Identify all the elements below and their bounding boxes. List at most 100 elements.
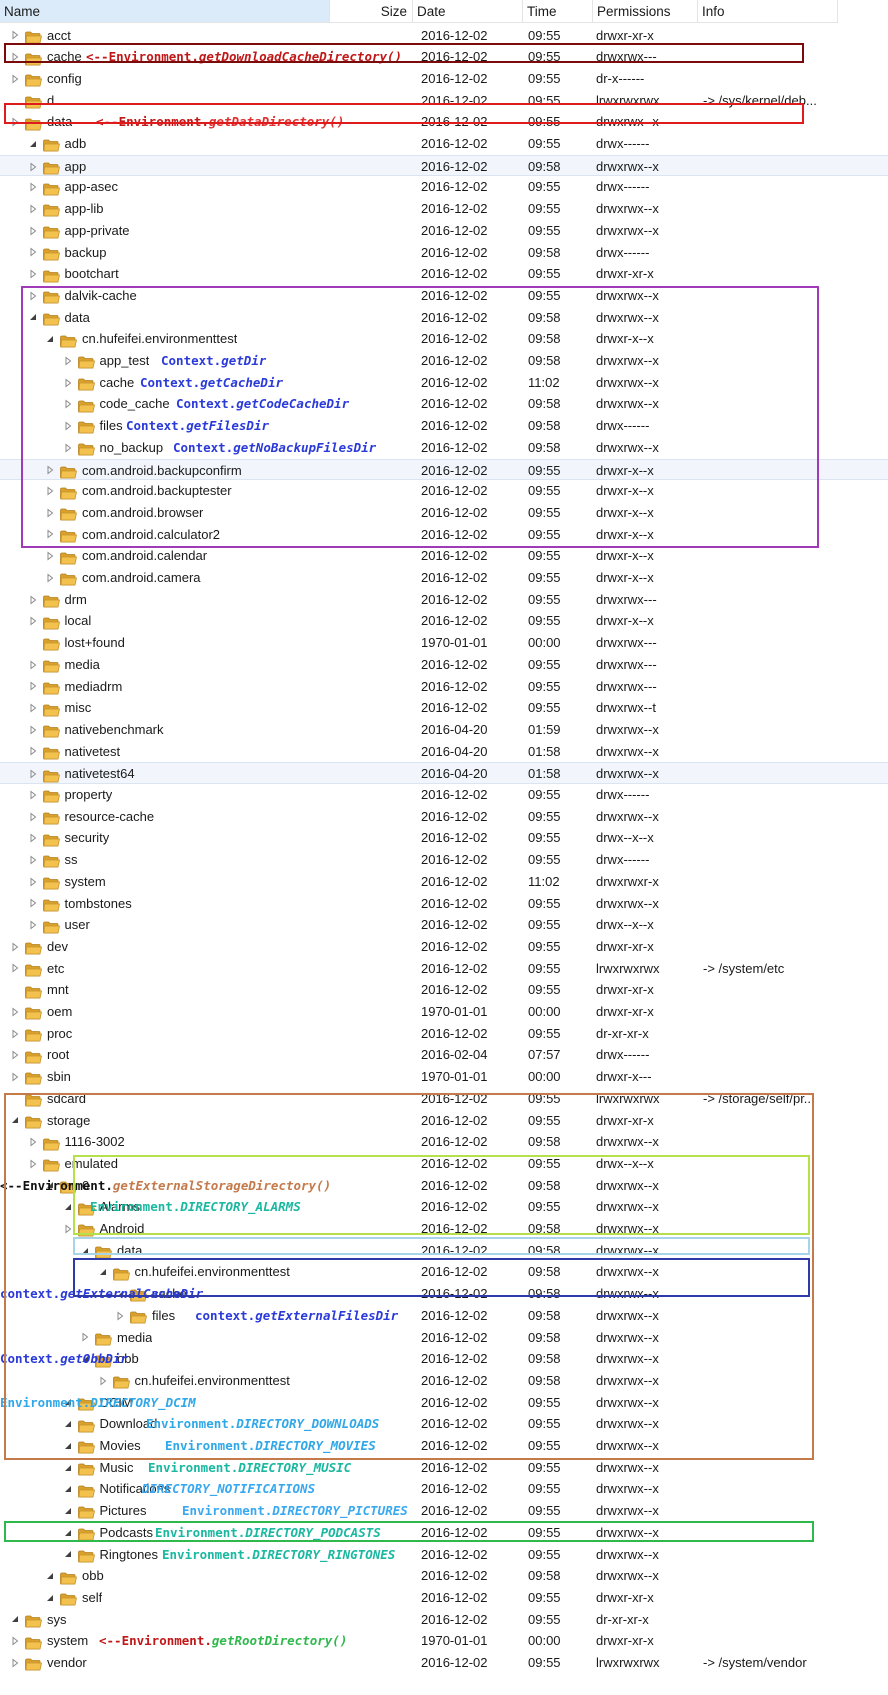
- collapsed-arrow-icon[interactable]: [28, 812, 38, 822]
- tree-row[interactable]: d 2016-12-02 09:55 lrwxrwxrwx -> /sys/kernel…: [0, 90, 888, 112]
- tree-row[interactable]: dalvik-cache 2016-12-02 09:55 drwxrwx--x: [0, 285, 888, 307]
- tree-row[interactable]: app 2016-12-02 09:58 drwxrwx--x: [0, 154, 888, 177]
- tree-row[interactable]: emulated 2016-12-02 09:55 drwx--x--x: [0, 1153, 888, 1175]
- collapsed-arrow-icon[interactable]: [45, 551, 55, 561]
- tree-row[interactable]: system 2016-12-02 11:02 drwxrwxr-x: [0, 871, 888, 893]
- collapsed-arrow-icon[interactable]: [28, 291, 38, 301]
- tree-row[interactable]: DCIM 2016-12-02 09:55 drwxrwx--x Environment…: [0, 1392, 888, 1414]
- collapsed-arrow-icon[interactable]: [10, 1050, 20, 1060]
- collapsed-arrow-icon[interactable]: [63, 356, 73, 366]
- tree-row[interactable]: lost+found 1970-01-01 00:00 drwxrwx---: [0, 632, 888, 654]
- collapsed-arrow-icon[interactable]: [28, 269, 38, 279]
- expanded-arrow-icon[interactable]: [28, 139, 38, 149]
- collapsed-arrow-icon[interactable]: [28, 616, 38, 626]
- expanded-arrow-icon[interactable]: [63, 1419, 73, 1429]
- collapsed-arrow-icon[interactable]: [28, 1137, 38, 1147]
- collapsed-arrow-icon[interactable]: [63, 443, 73, 453]
- tree-row[interactable]: nativetest64 2016-04-20 01:58 drwxrwx--x: [0, 762, 888, 784]
- tree-row[interactable]: sdcard 2016-12-02 09:55 lrwxrwxrwx -> /stora…: [0, 1088, 888, 1110]
- collapsed-arrow-icon[interactable]: [98, 1376, 108, 1386]
- collapsed-arrow-icon[interactable]: [45, 573, 55, 583]
- tree-row[interactable]: drm 2016-12-02 09:55 drwxrwx---: [0, 589, 888, 611]
- tree-row[interactable]: com.android.backupconfirm 2016-12-02 09:55…: [0, 458, 888, 481]
- tree-row[interactable]: app_test 2016-12-02 09:58 drwxrwx--x Context…: [0, 350, 888, 372]
- tree-row[interactable]: data 2016-12-02 09:55 drwxrwx--x <--Environm…: [0, 111, 888, 133]
- tree-row[interactable]: cn.hufeifei.environmenttest 2016-12-02 09:…: [0, 1261, 888, 1283]
- tree-row[interactable]: app-lib 2016-12-02 09:55 drwxrwx--x: [0, 198, 888, 220]
- tree-row[interactable]: dev 2016-12-02 09:55 drwxr-xr-x: [0, 936, 888, 958]
- collapsed-arrow-icon[interactable]: [28, 877, 38, 887]
- collapsed-arrow-icon[interactable]: [63, 421, 73, 431]
- tree-row[interactable]: cache 2016-12-02 09:55 drwxrwx--- <--Environ…: [0, 46, 888, 68]
- collapsed-arrow-icon[interactable]: [63, 399, 73, 409]
- tree-row[interactable]: user 2016-12-02 09:55 drwx--x--x: [0, 914, 888, 936]
- collapsed-arrow-icon[interactable]: [10, 1007, 20, 1017]
- tree-row[interactable]: system 1970-01-01 00:00 drwxr-xr-x <--Enviro…: [0, 1630, 888, 1652]
- tree-row[interactable]: proc 2016-12-02 09:55 dr-xr-xr-x: [0, 1023, 888, 1045]
- tree-row[interactable]: mnt 2016-12-02 09:55 drwxr-xr-x: [0, 979, 888, 1001]
- expanded-arrow-icon[interactable]: [45, 1571, 55, 1581]
- tree-row[interactable]: Music 2016-12-02 09:55 drwxrwx--x Environmen…: [0, 1457, 888, 1479]
- tree-row[interactable]: Android 2016-12-02 09:58 drwxrwx--x: [0, 1218, 888, 1240]
- collapsed-arrow-icon[interactable]: [45, 529, 55, 539]
- collapsed-arrow-icon[interactable]: [10, 52, 20, 62]
- collapsed-arrow-icon[interactable]: [28, 833, 38, 843]
- tree-row[interactable]: cache 2016-12-02 11:02 drwxrwx--x Context.ge…: [0, 372, 888, 394]
- expanded-arrow-icon[interactable]: [10, 1115, 20, 1125]
- collapsed-arrow-icon[interactable]: [28, 769, 38, 779]
- collapsed-arrow-icon[interactable]: [10, 942, 20, 952]
- expanded-arrow-icon[interactable]: [80, 1246, 90, 1256]
- collapsed-arrow-icon[interactable]: [28, 920, 38, 930]
- collapsed-arrow-icon[interactable]: [10, 30, 20, 40]
- collapsed-arrow-icon[interactable]: [10, 117, 20, 127]
- expanded-arrow-icon[interactable]: [28, 312, 38, 322]
- expanded-arrow-icon[interactable]: [98, 1267, 108, 1277]
- collapsed-arrow-icon[interactable]: [45, 465, 55, 475]
- collapsed-arrow-icon[interactable]: [28, 162, 38, 172]
- tree-row[interactable]: sbin 1970-01-01 00:00 drwxr-x---: [0, 1066, 888, 1088]
- collapsed-arrow-icon[interactable]: [28, 790, 38, 800]
- tree-row[interactable]: Download 2016-12-02 09:55 drwxrwx--x Environ…: [0, 1413, 888, 1435]
- expanded-arrow-icon[interactable]: [63, 1463, 73, 1473]
- collapsed-arrow-icon[interactable]: [10, 74, 20, 84]
- tree-row[interactable]: Pictures 2016-12-02 09:55 drwxrwx--x Environ…: [0, 1500, 888, 1522]
- expanded-arrow-icon[interactable]: [45, 334, 55, 344]
- tree-row[interactable]: obb 2016-12-02 09:58 drwxrwx--x: [0, 1565, 888, 1587]
- tree-row[interactable]: local 2016-12-02 09:55 drwxr-x--x: [0, 610, 888, 632]
- tree-row[interactable]: storage 2016-12-02 09:55 drwxr-xr-x: [0, 1110, 888, 1132]
- tree-row[interactable]: Movies 2016-12-02 09:55 drwxrwx--x Environme…: [0, 1435, 888, 1457]
- collapsed-arrow-icon[interactable]: [10, 1072, 20, 1082]
- tree-row[interactable]: cn.hufeifei.environmenttest 2016-12-02 09:…: [0, 328, 888, 350]
- collapsed-arrow-icon[interactable]: [10, 1029, 20, 1039]
- collapsed-arrow-icon[interactable]: [28, 226, 38, 236]
- tree-row[interactable]: config 2016-12-02 09:55 dr-x------: [0, 68, 888, 90]
- expanded-arrow-icon[interactable]: [45, 1593, 55, 1603]
- tree-row[interactable]: com.android.calendar 2016-12-02 09:55 drwxr…: [0, 545, 888, 567]
- expanded-arrow-icon[interactable]: [63, 1441, 73, 1451]
- collapsed-arrow-icon[interactable]: [28, 681, 38, 691]
- tree-row[interactable]: no_backup 2016-12-02 09:58 drwxrwx--x Contex…: [0, 437, 888, 459]
- tree-row[interactable]: app-private 2016-12-02 09:55 drwxrwx--x: [0, 220, 888, 242]
- tree-row[interactable]: Notifications 2016-12-02 09:55 drwxrwx--x DI…: [0, 1478, 888, 1500]
- tree-row[interactable]: files 2016-12-02 09:58 drwx------ Context.ge…: [0, 415, 888, 437]
- expanded-arrow-icon[interactable]: [63, 1484, 73, 1494]
- tree-row[interactable]: media 2016-12-02 09:55 drwxrwx---: [0, 654, 888, 676]
- tree-row[interactable]: Podcasts 2016-12-02 09:55 drwxrwx--x Environ…: [0, 1522, 888, 1544]
- tree-row[interactable]: acct 2016-12-02 09:55 drwxr-xr-x: [0, 25, 888, 47]
- tree-row[interactable]: com.android.backuptester 2016-12-02 09:55 d…: [0, 480, 888, 502]
- collapsed-arrow-icon[interactable]: [10, 1658, 20, 1668]
- expanded-arrow-icon[interactable]: [63, 1528, 73, 1538]
- collapsed-arrow-icon[interactable]: [10, 1636, 20, 1646]
- tree-row[interactable]: media 2016-12-02 09:58 drwxrwx--x: [0, 1327, 888, 1349]
- tree-row[interactable]: security 2016-12-02 09:55 drwx--x--x: [0, 827, 888, 849]
- collapsed-arrow-icon[interactable]: [63, 378, 73, 388]
- tree-row[interactable]: bootchart 2016-12-02 09:55 drwxr-xr-x: [0, 263, 888, 285]
- collapsed-arrow-icon[interactable]: [28, 182, 38, 192]
- tree-row[interactable]: mediadrm 2016-12-02 09:55 drwxrwx---: [0, 676, 888, 698]
- collapsed-arrow-icon[interactable]: [10, 963, 20, 973]
- tree-row[interactable]: nativetest 2016-04-20 01:58 drwxrwx--x: [0, 741, 888, 763]
- tree-row[interactable]: files 2016-12-02 09:58 drwxrwx--x context.ge…: [0, 1305, 888, 1327]
- collapsed-arrow-icon[interactable]: [28, 1159, 38, 1169]
- tree-row[interactable]: app-asec 2016-12-02 09:55 drwx------: [0, 176, 888, 198]
- tree-row[interactable]: ss 2016-12-02 09:55 drwx------: [0, 849, 888, 871]
